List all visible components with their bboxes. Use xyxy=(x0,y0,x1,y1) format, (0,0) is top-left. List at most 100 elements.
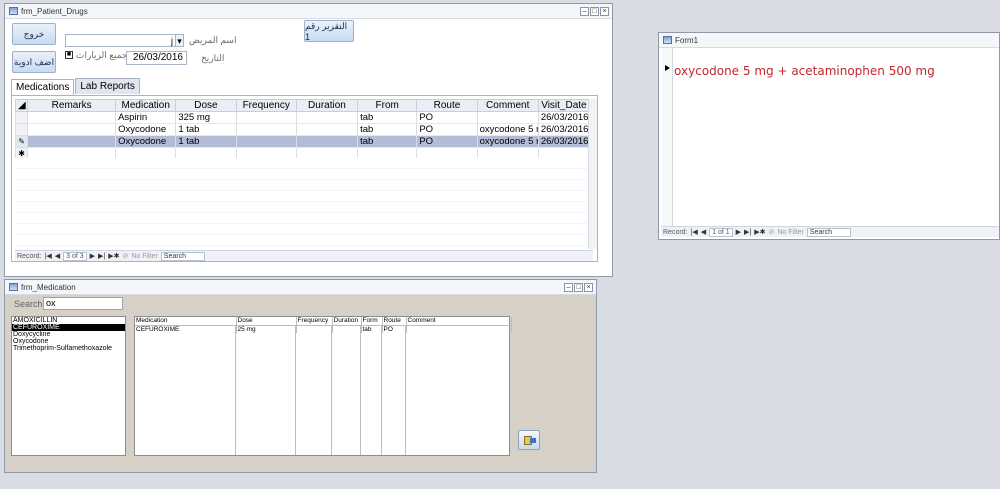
patient-name-combo[interactable]: j xyxy=(65,34,177,47)
detail-header-comment: Comment xyxy=(406,317,512,326)
table-row[interactable]: Oxycodone 1 tab tab PO oxycodone 5 r 26/… xyxy=(14,123,591,136)
list-item[interactable]: AMOXICILLIN xyxy=(12,317,125,324)
cell-duration[interactable] xyxy=(296,123,359,136)
cell-visit-date[interactable]: 26/03/2016 xyxy=(538,111,591,124)
record-position[interactable]: 1 of 1 xyxy=(709,227,733,237)
last-record-icon[interactable]: ▶| xyxy=(98,252,105,260)
cell-visit-date[interactable]: 26/03/2016 xyxy=(538,123,591,136)
cell-remarks[interactable] xyxy=(27,135,117,148)
list-item[interactable]: Doxycycline xyxy=(12,331,125,338)
filter-icon[interactable]: ⊘ xyxy=(122,252,128,260)
cell-comment[interactable]: oxycodone 5 r xyxy=(477,135,539,148)
record-selector-bar[interactable] xyxy=(663,48,673,228)
cell-frequency[interactable] xyxy=(236,135,297,148)
filter-icon[interactable]: ⊘ xyxy=(768,228,774,236)
list-item-selected[interactable]: CEFUROXIME xyxy=(12,324,125,331)
new-record-icon[interactable]: ▶✱ xyxy=(108,252,119,260)
close-button[interactable]: × xyxy=(584,282,593,292)
cell-route[interactable]: PO xyxy=(416,135,478,148)
cell-comment[interactable] xyxy=(477,111,539,124)
cell-dose[interactable] xyxy=(175,147,237,159)
first-record-icon[interactable]: |◀ xyxy=(45,252,52,260)
previous-record-icon[interactable]: ◀ xyxy=(701,228,706,236)
list-item[interactable]: Trimethoprim-Sulfamethoxazole xyxy=(12,345,125,352)
cell-medication[interactable]: Oxycodone xyxy=(115,135,177,148)
add-to-patient-button[interactable] xyxy=(518,430,540,450)
cell-route[interactable]: PO xyxy=(416,111,478,124)
first-record-icon[interactable]: |◀ xyxy=(691,228,698,236)
column-header-route[interactable]: Route xyxy=(416,99,478,112)
cell-remarks[interactable] xyxy=(27,147,117,159)
cell-frequency[interactable] xyxy=(236,123,297,136)
cell-from[interactable]: tab xyxy=(357,123,418,136)
cell-medication[interactable]: Oxycodone xyxy=(115,123,177,136)
cell-from[interactable]: tab xyxy=(357,135,418,148)
table-row[interactable]: Aspirin 325 mg tab PO 26/03/2016 xyxy=(14,111,591,124)
form-icon xyxy=(9,283,18,291)
cell-route[interactable] xyxy=(416,147,478,159)
cell-route[interactable]: PO xyxy=(416,123,478,136)
record-selector-new-icon[interactable]: ✱ xyxy=(14,147,29,159)
cell-frequency[interactable] xyxy=(236,147,297,159)
record-position[interactable]: 3 of 3 xyxy=(63,251,87,261)
cell-duration[interactable] xyxy=(296,111,359,124)
cell-duration[interactable] xyxy=(296,147,359,159)
cell-remarks[interactable] xyxy=(27,111,117,124)
maximize-button[interactable]: □ xyxy=(590,6,599,16)
cell-duration[interactable] xyxy=(296,135,359,148)
minimize-button[interactable]: – xyxy=(564,282,573,292)
cell-dose[interactable]: 1 tab xyxy=(175,123,237,136)
cell-remarks[interactable] xyxy=(27,123,117,136)
add-medication-button[interactable]: اضف ادوية xyxy=(12,51,56,73)
date-field[interactable]: 26/03/2016 xyxy=(126,51,187,65)
vertical-scrollbar[interactable] xyxy=(588,99,597,249)
cell-dose[interactable]: 325 mg xyxy=(175,111,237,124)
new-record-icon[interactable]: ▶✱ xyxy=(754,228,765,236)
medication-search-input[interactable]: ox xyxy=(43,297,123,310)
medication-listbox[interactable]: AMOXICILLIN CEFUROXIME Doxycycline Oxyco… xyxy=(11,316,126,456)
cell-comment[interactable] xyxy=(477,147,539,159)
all-visits-checkbox[interactable]: ■ xyxy=(65,51,73,59)
search-box[interactable]: Search xyxy=(160,251,205,261)
close-button[interactable]: × xyxy=(600,6,609,16)
column-header-duration[interactable]: Duration xyxy=(295,99,359,112)
record-selector-edit-icon[interactable]: ✎ xyxy=(14,135,29,148)
combo-dropdown-arrow-icon[interactable]: ▾ xyxy=(175,34,184,47)
cell-dose[interactable]: 1 tab xyxy=(175,135,237,148)
cell-frequency[interactable] xyxy=(236,111,297,124)
column-header-medication[interactable]: Medication xyxy=(115,99,177,112)
select-all-corner[interactable]: ◢ xyxy=(14,99,29,112)
column-header-remarks[interactable]: Remarks xyxy=(27,99,117,112)
column-header-visit-date[interactable]: Visit_Date xyxy=(537,99,591,112)
cell-comment[interactable]: oxycodone 5 r xyxy=(477,123,539,136)
column-header-comment[interactable]: Comment xyxy=(476,99,539,112)
filter-status[interactable]: No Filter xyxy=(777,229,803,236)
search-box[interactable]: Search xyxy=(806,227,851,237)
next-record-icon[interactable]: ▶ xyxy=(90,252,95,260)
maximize-button[interactable]: □ xyxy=(574,282,583,292)
report-button[interactable]: التقرير رقم 1 xyxy=(304,20,354,42)
last-record-icon[interactable]: ▶| xyxy=(744,228,751,236)
cell-medication[interactable]: Aspirin xyxy=(115,111,177,124)
tab-lab-reports[interactable]: Lab Reports xyxy=(75,78,140,94)
cell-from[interactable]: tab xyxy=(357,111,418,124)
column-header-dose[interactable]: Dose xyxy=(175,99,237,112)
tab-medications[interactable]: Medications xyxy=(11,79,75,95)
minimize-button[interactable]: – xyxy=(580,6,589,16)
column-header-frequency[interactable]: Frequency xyxy=(235,99,297,112)
table-row-current[interactable]: ✎ Oxycodone 1 tab tab PO oxycodone 5 r 2… xyxy=(14,135,591,148)
record-selector[interactable] xyxy=(14,111,29,124)
column-header-from[interactable]: From xyxy=(357,99,418,112)
cell-visit-date[interactable] xyxy=(538,147,591,159)
next-record-icon[interactable]: ▶ xyxy=(736,228,741,236)
previous-record-icon[interactable]: ◀ xyxy=(55,252,60,260)
cell-from[interactable] xyxy=(357,147,418,159)
list-item[interactable]: Oxycodone xyxy=(12,338,125,345)
filter-status[interactable]: No Filter xyxy=(131,253,157,260)
cell-visit-date[interactable]: 26/03/2016 xyxy=(538,135,591,148)
combined-medication-text[interactable]: oxycodone 5 mg + acetaminophen 500 mg xyxy=(674,64,935,78)
exit-button[interactable]: خروج xyxy=(12,23,56,45)
cell-medication[interactable] xyxy=(115,147,177,159)
table-row-new[interactable]: ✱ xyxy=(14,147,591,159)
record-selector[interactable] xyxy=(14,123,29,136)
